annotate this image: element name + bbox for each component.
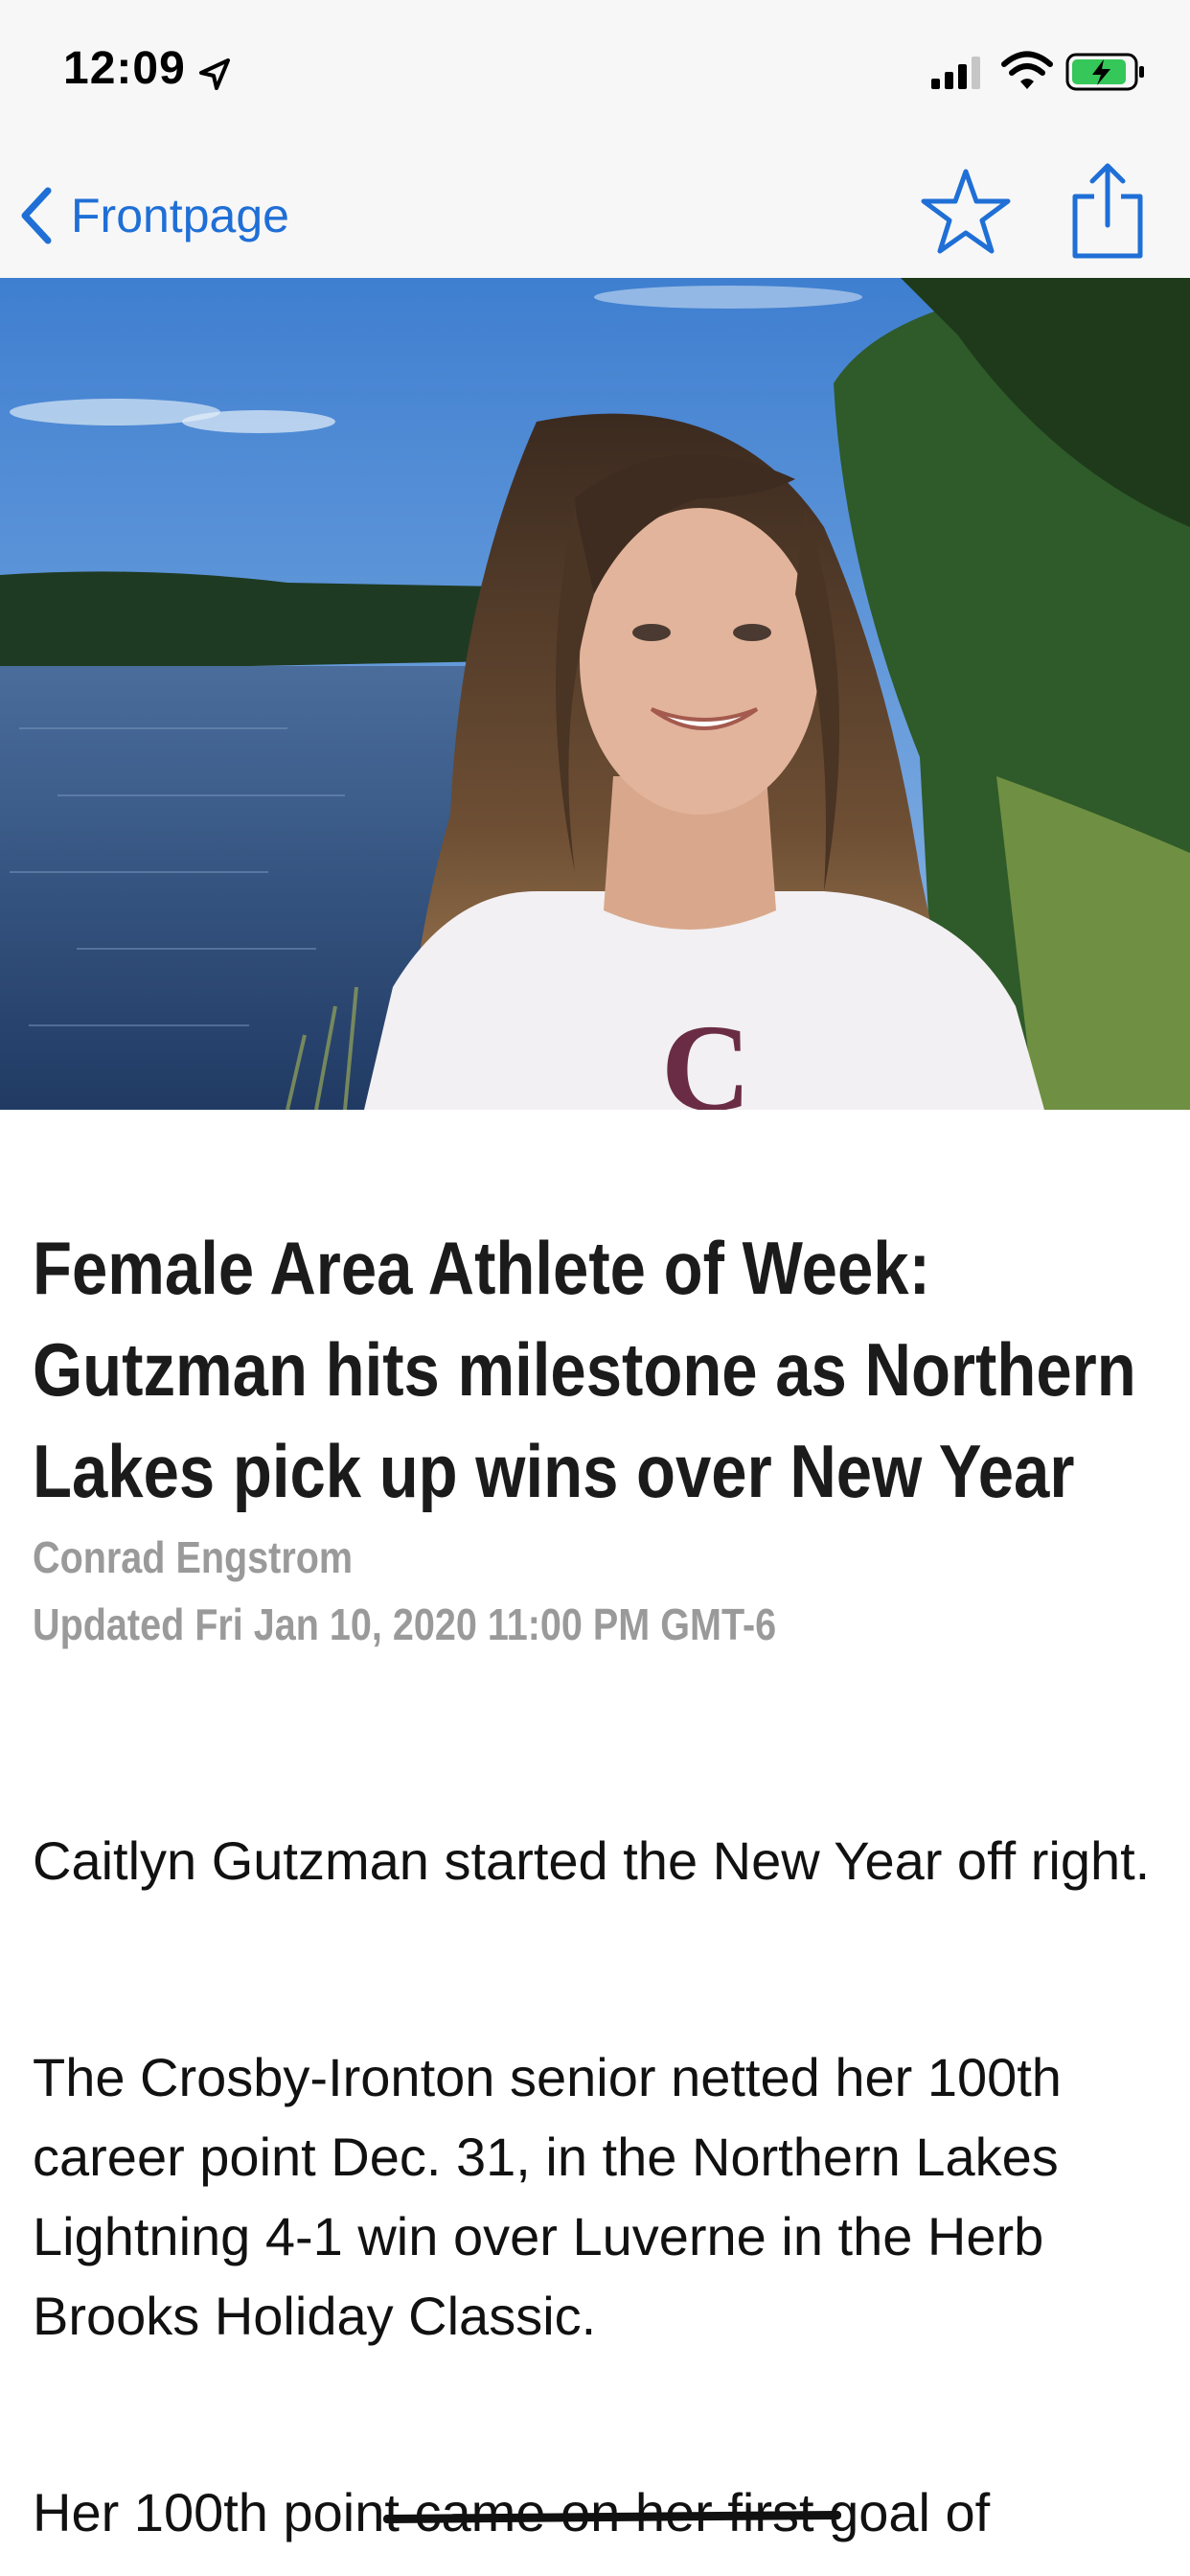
article-byline: Conrad Engstrom Updated Fri Jan 10, 2020… [33, 1524, 1104, 1658]
shirt-monogram: C [661, 1000, 751, 1110]
article-author[interactable]: Conrad Engstrom [33, 1524, 1104, 1591]
wifi-icon [1001, 51, 1053, 89]
article-headline: Female Area Athlete of Week: Gutzman hit… [33, 1226, 1136, 1513]
article-paragraph: Caitlyn Gutzman started the New Year off… [33, 1830, 1151, 1891]
status-bar: 12:09 [0, 0, 1190, 149]
location-arrow-icon [199, 58, 230, 90]
back-label: Frontpage [71, 189, 289, 242]
back-button[interactable]: Frontpage [15, 177, 289, 254]
article-updated-time: Updated Fri Jan 10, 2020 11:00 PM GMT-6 [33, 1599, 777, 1649]
share-icon[interactable] [1067, 162, 1148, 262]
star-icon[interactable] [918, 164, 1014, 260]
article-paragraph: The Crosby-Ironton senior netted her 100… [33, 2047, 1062, 2346]
article: Female Area Athlete of Week: Gutzman hit… [33, 1217, 1163, 2542]
battery-charging-icon [1065, 53, 1144, 91]
status-time: 12:09 [63, 43, 186, 94]
article-hero-image: C [0, 278, 1190, 1110]
chevron-left-icon [21, 187, 52, 244]
hero-photo-illustration: C [0, 278, 1190, 1110]
cellular-signal-icon [931, 57, 980, 89]
navigation-bar: Frontpage [0, 149, 1190, 279]
